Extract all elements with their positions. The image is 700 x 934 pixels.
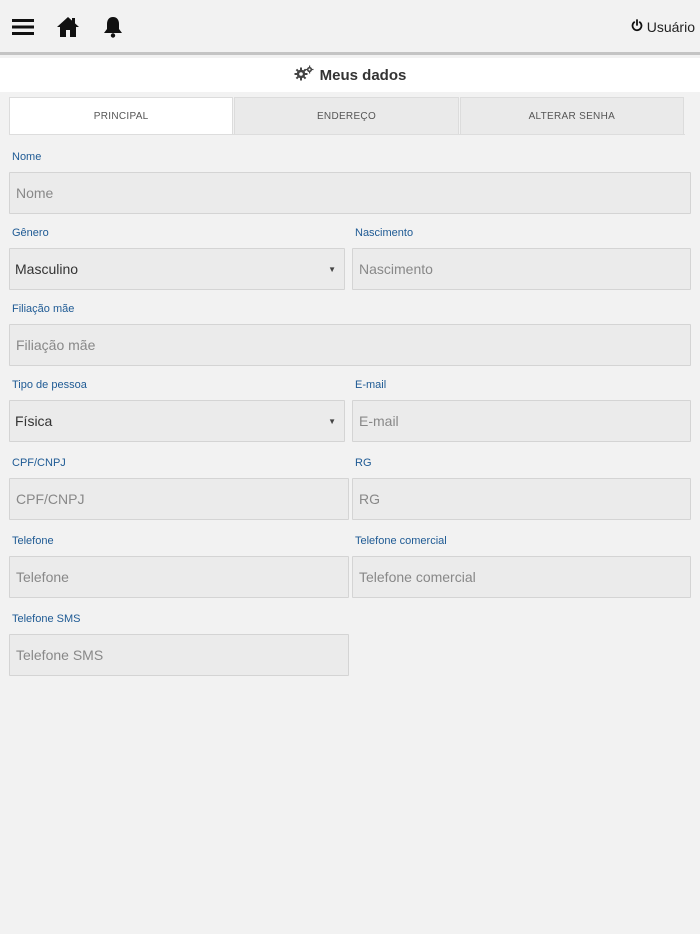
cpf-cnpj-input[interactable] xyxy=(9,478,349,520)
rg-label: RG xyxy=(355,457,372,469)
cpf-cnpj-label: CPF/CNPJ xyxy=(12,457,66,469)
telefone-sms-label: Telefone SMS xyxy=(12,613,81,625)
tab-principal[interactable]: PRINCIPAL xyxy=(9,97,234,134)
tab-endereco[interactable]: ENDEREÇO xyxy=(234,97,459,134)
filiacao-mae-label: Filiação mãe xyxy=(12,303,75,315)
nascimento-field-group: Nascimento xyxy=(352,227,691,290)
telefone-sms-field-group: Telefone SMS xyxy=(9,613,349,676)
caret-down-icon: ▼ xyxy=(328,416,336,426)
telefone-label: Telefone xyxy=(12,535,54,547)
rg-field-group: RG xyxy=(352,457,691,520)
tipo-pessoa-field-group: Tipo de pessoa Física ▼ xyxy=(9,379,345,442)
telefone-sms-input[interactable] xyxy=(9,634,349,676)
genero-field-group: Gênero Masculino ▼ xyxy=(9,227,345,290)
nascimento-label: Nascimento xyxy=(355,227,414,239)
nome-field-group: Nome xyxy=(9,151,691,214)
top-bar: Usuário xyxy=(0,0,700,55)
tipo-pessoa-select[interactable]: Física ▼ xyxy=(9,400,345,442)
page-header: Meus dados xyxy=(0,58,700,92)
nascimento-input[interactable] xyxy=(352,248,691,290)
tab-bar: PRINCIPAL ENDEREÇO ALTERAR SENHA xyxy=(9,97,685,135)
rg-input[interactable] xyxy=(352,478,691,520)
telefone-comercial-field-group: Telefone comercial xyxy=(352,535,691,598)
genero-label: Gênero xyxy=(12,227,49,239)
user-menu[interactable]: Usuário xyxy=(631,19,695,35)
telefone-input[interactable] xyxy=(9,556,349,598)
nome-input[interactable] xyxy=(9,172,691,214)
telefone-field-group: Telefone xyxy=(9,535,349,598)
tipo-pessoa-value: Física xyxy=(15,413,53,429)
email-field-group: E-mail xyxy=(352,379,691,442)
nome-label: Nome xyxy=(12,151,42,163)
filiacao-mae-input[interactable] xyxy=(9,324,691,366)
email-label: E-mail xyxy=(355,379,387,391)
telefone-comercial-input[interactable] xyxy=(352,556,691,598)
power-icon xyxy=(631,19,643,35)
genero-value: Masculino xyxy=(15,261,79,277)
genero-select[interactable]: Masculino ▼ xyxy=(9,248,345,290)
caret-down-icon: ▼ xyxy=(328,264,336,274)
tipo-pessoa-label: Tipo de pessoa xyxy=(12,379,87,391)
cogs-icon xyxy=(294,65,314,86)
cpf-cnpj-field-group: CPF/CNPJ xyxy=(9,457,349,520)
email-input[interactable] xyxy=(352,400,691,442)
tab-alterar-senha[interactable]: ALTERAR SENHA xyxy=(459,97,684,134)
telefone-comercial-label: Telefone comercial xyxy=(355,535,447,547)
bell-icon[interactable] xyxy=(100,14,126,40)
home-icon[interactable] xyxy=(55,14,81,40)
page-title: Meus dados xyxy=(319,66,407,84)
menu-icon[interactable] xyxy=(10,14,36,40)
filiacao-mae-field-group: Filiação mãe xyxy=(9,303,691,366)
user-label: Usuário xyxy=(646,19,695,35)
